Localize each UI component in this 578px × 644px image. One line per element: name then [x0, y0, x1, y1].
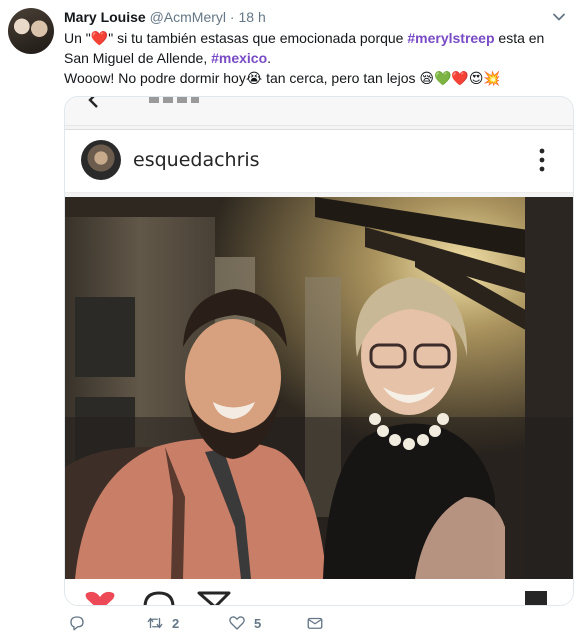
tweet: Mary Louise @AcmMeryl · 18 h Un "❤️" si …	[0, 0, 578, 644]
tweet-timestamp[interactable]: 18 h	[238, 9, 265, 25]
text-segment: San Miguel de Allende,	[64, 50, 212, 66]
more-options-icon	[539, 148, 545, 172]
instagram-actions-bar	[65, 579, 573, 605]
cropped-title-icon	[149, 97, 199, 103]
retweet-count: 2	[172, 615, 180, 631]
header-separator: ·	[229, 9, 235, 25]
reply-button[interactable]	[68, 614, 94, 632]
selfie-photo	[65, 197, 573, 579]
retweet-icon	[147, 617, 163, 629]
comment-icon	[143, 591, 175, 605]
hashtag-mexico[interactable]: #mexico	[211, 50, 267, 66]
author-name[interactable]: Mary Louise	[64, 9, 146, 25]
tweet-line-1: Un "❤️" si tu también estasas que emocio…	[64, 28, 564, 48]
text-segment: " si tu también estasas que emocionada p…	[108, 30, 408, 46]
instagram-post-header: esquedachris	[65, 129, 573, 193]
back-arrow-icon	[88, 97, 98, 108]
heart-outline-icon	[229, 616, 245, 630]
tweet-header: Mary Louise @AcmMeryl · 18 h	[64, 9, 266, 25]
like-count: 5	[254, 615, 262, 631]
heart-emoji: ❤️	[90, 30, 109, 46]
author-handle[interactable]: @AcmMeryl	[150, 9, 226, 25]
tweet-line-2: San Miguel de Allende, #mexico.	[64, 48, 564, 68]
bookmark-icon	[525, 591, 547, 605]
heart-icon	[85, 591, 115, 605]
retweet-button[interactable]: 2	[146, 614, 179, 632]
chevron-down-icon[interactable]	[552, 10, 566, 24]
text-segment: .	[267, 50, 272, 66]
envelope-icon	[307, 617, 323, 629]
tweet-text: Un "❤️" si tu también estasas que emocio…	[64, 28, 564, 88]
direct-message-button[interactable]	[306, 614, 324, 632]
author-avatar[interactable]	[8, 8, 54, 54]
hashtag-merylstreep[interactable]: #merylstreep	[407, 30, 494, 46]
instagram-avatar	[81, 140, 121, 180]
attached-photo[interactable]: esquedachris	[64, 96, 574, 606]
instagram-topbar	[65, 97, 573, 126]
tweet-line-3: Wooow! No podre dormir hoy😭 tan cerca, p…	[64, 70, 501, 86]
like-button[interactable]: 5	[228, 614, 261, 632]
share-icon	[197, 591, 231, 605]
instagram-username: esquedachris	[133, 149, 260, 171]
text-segment: Un "	[64, 30, 91, 46]
tweet-actions: 2 5	[64, 614, 564, 638]
reply-icon	[70, 616, 84, 631]
text-segment: esta en	[494, 30, 545, 46]
